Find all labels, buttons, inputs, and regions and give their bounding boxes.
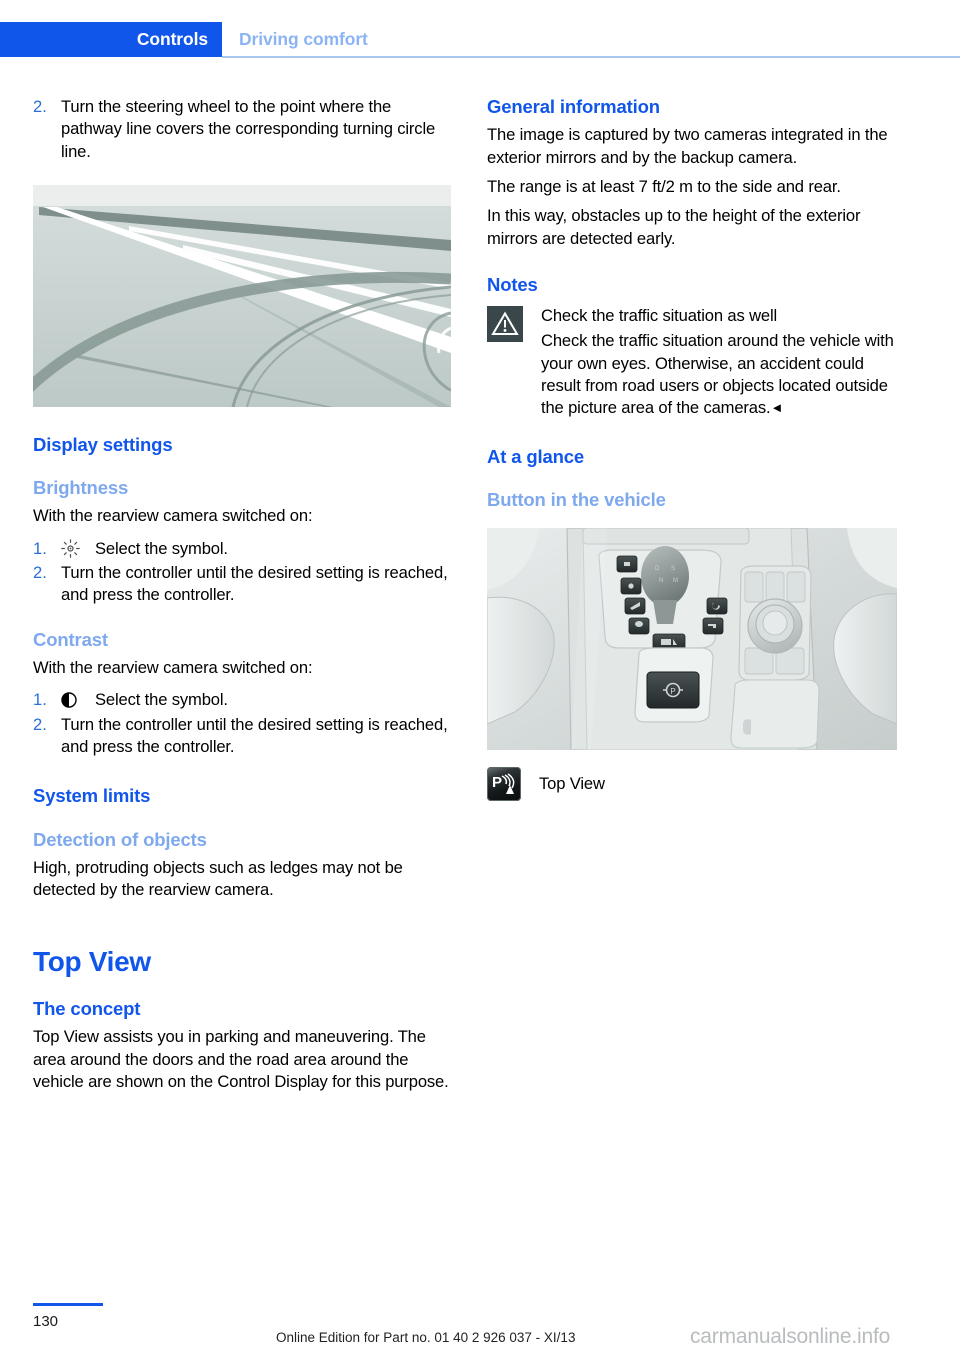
page-number: 130 xyxy=(33,1313,59,1330)
manual-page: Controls Driving comfort 2. Turn the ste… xyxy=(0,0,960,1362)
section-heading-system-limits: System limits xyxy=(33,785,151,807)
subsection-heading-detection-of-objects: Detection of objects xyxy=(33,828,207,850)
svg-text:D: D xyxy=(655,566,660,572)
warning-body: Check the traffic situation around the v… xyxy=(541,331,894,418)
continued-step-list: 2. Turn the steering wheel to the point … xyxy=(33,96,451,163)
edition-notice: Online Edition for Part no. 01 40 2 926 … xyxy=(276,1330,576,1345)
brightness-step-list: 1. Select the symbol. 2. Turn the contro… xyxy=(33,538,451,607)
footer-divider xyxy=(33,1303,103,1306)
list-item: 1. Select the symbol. xyxy=(33,689,451,711)
legend-top-view-button: P Top View xyxy=(487,767,897,802)
list-item: 2. Turn the controller until the desired… xyxy=(33,562,451,607)
warning-triangle-icon xyxy=(487,306,523,343)
center-console-photo: D S N M P xyxy=(487,528,897,751)
subsection-heading-brightness: Brightness xyxy=(33,477,129,499)
breadcrumb-section-controls: Controls xyxy=(0,22,222,57)
step-number: 2. xyxy=(33,97,47,116)
step-number: 2. xyxy=(33,563,47,583)
site-watermark: carmanualsonline.info xyxy=(690,1325,891,1348)
warning-note: Check the traffic situation as well Chec… xyxy=(487,305,897,420)
contrast-icon xyxy=(61,689,95,711)
list-item: 1. Select the symbol. xyxy=(33,538,451,560)
svg-text:N: N xyxy=(659,578,663,584)
step-text: Turn the steering wheel to the point whe… xyxy=(61,97,436,161)
right-column: General information The image is capture… xyxy=(487,96,897,802)
general-information-paragraph-1: The image is captured by two cameras int… xyxy=(487,125,888,167)
contrast-step-list: 1. Select the symbol. 2. Turn the contro… xyxy=(33,689,451,758)
general-information-paragraph-3: In this way, obstacles up to the height … xyxy=(487,206,861,248)
svg-text:S: S xyxy=(671,566,675,572)
general-information-paragraph-2: The range is at least 7 ft/2 m to the si… xyxy=(487,176,841,196)
svg-text:M: M xyxy=(673,578,678,584)
legend-label: Top View xyxy=(539,774,605,794)
section-heading-general-information: General information xyxy=(487,96,660,117)
chapter-title-top-view: Top View xyxy=(33,946,151,978)
brightness-icon xyxy=(61,538,95,560)
page-header: Controls Driving comfort xyxy=(0,22,960,58)
step-text: Select the symbol. xyxy=(95,538,228,558)
header-divider xyxy=(222,56,960,58)
step-text: Turn the controller until the desired se… xyxy=(61,714,448,756)
step-number: 1. xyxy=(33,690,47,710)
pathway-line-turning-circle-illustration xyxy=(33,184,451,407)
subsection-heading-button-in-the-vehicle: Button in the vehicle xyxy=(487,488,666,510)
step-number: 1. xyxy=(33,538,47,558)
section-heading-at-a-glance: At a glance xyxy=(487,445,585,467)
section-heading-display-settings: Display settings xyxy=(33,433,173,455)
list-item: 2. Turn the steering wheel to the point … xyxy=(33,96,451,163)
contrast-intro-text: With the rearview camera switched on: xyxy=(33,657,313,677)
the-concept-text: Top View assists you in parking and mane… xyxy=(33,1027,449,1092)
svg-text:P: P xyxy=(492,774,502,791)
left-column: 2. Turn the steering wheel to the point … xyxy=(33,96,451,1093)
detection-of-objects-text: High, protruding objects such as ledges … xyxy=(33,857,403,900)
step-text: Select the symbol. xyxy=(95,690,228,710)
top-view-button-icon: P xyxy=(487,767,521,802)
end-of-note-marker: ◄ xyxy=(770,400,784,416)
svg-text:P: P xyxy=(670,687,675,696)
subsection-heading-contrast: Contrast xyxy=(33,628,108,650)
breadcrumb-subsection-driving-comfort: Driving comfort xyxy=(239,29,368,49)
list-item: 2. Turn the controller until the desired… xyxy=(33,714,451,759)
subsection-heading-the-concept: The concept xyxy=(33,998,141,1020)
brightness-intro-text: With the rearview camera switched on: xyxy=(33,506,313,526)
section-heading-notes: Notes xyxy=(487,273,538,295)
step-text: Turn the controller until the desired se… xyxy=(61,563,448,605)
warning-title: Check the traffic situation as well xyxy=(541,306,778,326)
step-number: 2. xyxy=(33,714,47,734)
